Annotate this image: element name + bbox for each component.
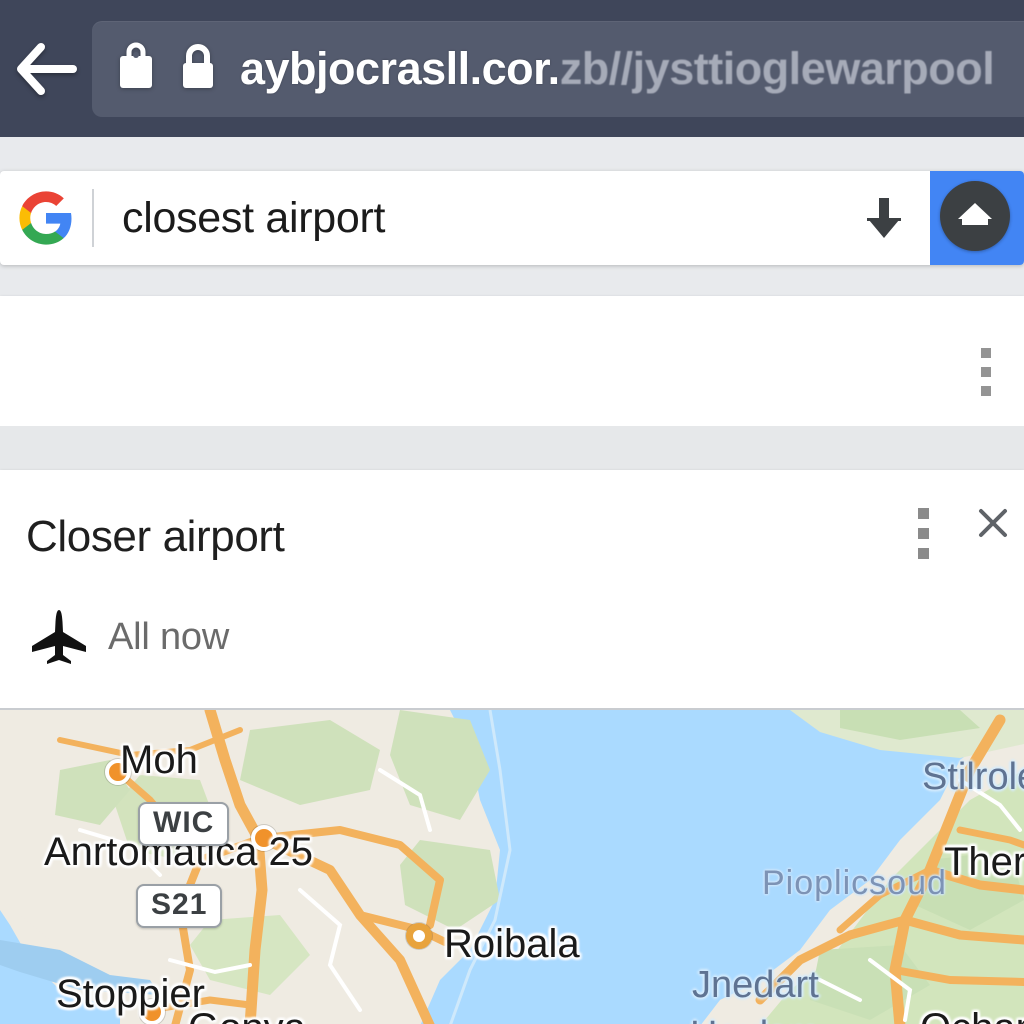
google-g-logo <box>0 171 92 265</box>
card-title: Closer airport <box>26 512 285 561</box>
download-arrow-icon[interactable] <box>838 171 930 265</box>
road-badge-wic[interactable]: WIC <box>138 802 230 846</box>
url-bar[interactable]: aybjocrasll.cor. zb//jysttioglewarpool <box>92 20 1024 117</box>
url-path: zb//jysttioglewarpool <box>559 43 995 94</box>
map-city-dot[interactable] <box>406 923 432 949</box>
card-subtitle: All now <box>108 615 230 658</box>
map-city-dot[interactable] <box>139 999 165 1024</box>
card-subtitle-row[interactable]: All now <box>24 608 229 666</box>
map-view[interactable]: Moh Anrtomatica 25 Roibala Stoppier Gony… <box>0 708 1024 1024</box>
shopping-bag-icon <box>116 42 156 95</box>
map-city-dot[interactable] <box>251 825 277 851</box>
empty-result-card <box>0 296 1024 426</box>
padlock-icon <box>178 42 218 95</box>
road-badge-s21[interactable]: S21 <box>136 884 223 928</box>
map-canvas <box>0 710 1024 1024</box>
search-input[interactable]: closest airport <box>94 171 838 265</box>
back-arrow-icon[interactable] <box>0 0 92 137</box>
home-button[interactable] <box>940 181 1010 251</box>
more-vertical-icon[interactable] <box>981 348 991 396</box>
map-city-dot[interactable] <box>105 759 131 785</box>
closer-airport-card[interactable]: Closer airport All now <box>0 470 1024 708</box>
close-x-icon[interactable] <box>968 498 1018 548</box>
card-gap <box>0 426 1024 470</box>
google-search-bar[interactable]: closest airport <box>0 171 1024 265</box>
browser-top-bar: aybjocrasll.cor. zb//jysttioglewarpool <box>0 0 1024 137</box>
url-host: aybjocrasll.cor. <box>240 43 560 94</box>
more-vertical-icon[interactable] <box>918 508 929 559</box>
url-text: aybjocrasll.cor. zb//jysttioglewarpool <box>240 43 995 94</box>
airplane-icon <box>24 608 94 666</box>
home-icon <box>956 197 994 236</box>
